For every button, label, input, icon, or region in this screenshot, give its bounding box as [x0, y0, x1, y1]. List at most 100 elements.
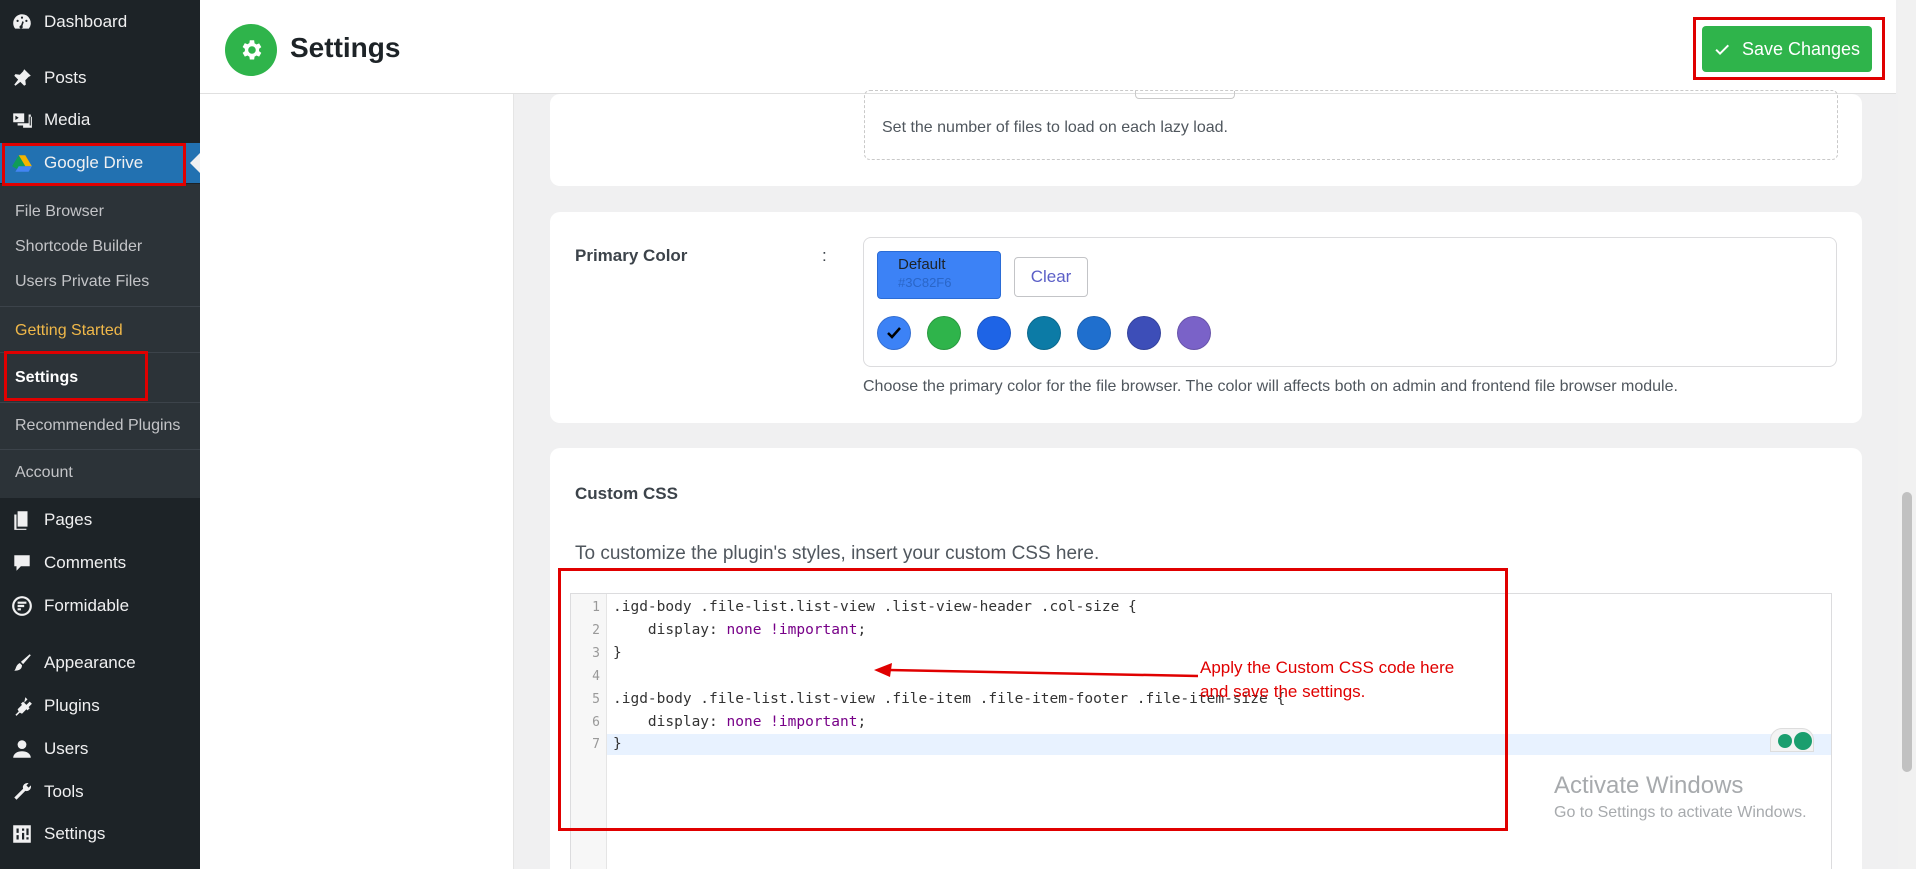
floating-assistant-icon[interactable] [1770, 728, 1814, 752]
annotation-line-2: and save the settings. [1200, 682, 1366, 701]
lazy-load-card: Set the number of files to load on each … [550, 90, 1862, 186]
brush-icon [10, 651, 34, 675]
color-swatch-5[interactable] [1077, 316, 1111, 350]
line-number: 3 [592, 646, 600, 661]
primary-color-card: Primary Color : Default #3C82F6 Clear Ch… [550, 212, 1862, 423]
color-swatch-1[interactable] [877, 316, 911, 350]
settings-nav-panel [200, 94, 514, 869]
line-number: 1 [592, 600, 600, 615]
wrench-icon [10, 780, 34, 804]
formidable-icon [10, 594, 34, 618]
annotation-arrow [874, 663, 1199, 678]
line-number: 6 [592, 715, 600, 730]
code-line: .igd-body .file-list.list-view .list-vie… [613, 599, 1137, 615]
scrollbar-thumb[interactable] [1902, 492, 1912, 772]
color-swatch-3[interactable] [977, 316, 1011, 350]
save-changes-button[interactable]: Save Changes [1702, 26, 1872, 72]
line-number: 5 [592, 692, 600, 707]
line-number: 4 [592, 669, 600, 684]
gear-icon [242, 40, 262, 60]
code-line: display: none !important; [613, 714, 867, 730]
css-code-editor[interactable]: 1 2 3 4 5 6 7 .igd-body .file-list.list-… [570, 593, 1832, 869]
sidebar-item-comments[interactable]: Comments [0, 543, 200, 583]
google-drive-submenu [0, 184, 200, 498]
user-icon [10, 737, 34, 761]
code-line: .igd-body .file-list.list-view .file-ite… [613, 691, 1286, 707]
sidebar-item-label: Formidable [44, 596, 130, 615]
color-picker-box: Default #3C82F6 Clear [863, 237, 1837, 367]
custom-css-help: To customize the plugin's styles, insert… [575, 543, 1100, 564]
page-scrollbar[interactable] [1898, 0, 1916, 869]
submenu-divider [0, 402, 200, 403]
checkmark-icon [887, 327, 901, 339]
submenu-recommended-plugins[interactable]: Recommended Plugins [15, 417, 180, 435]
submenu-divider [0, 449, 200, 450]
submenu-shortcode-builder[interactable]: Shortcode Builder [15, 238, 142, 256]
lazy-load-number-input[interactable] [1135, 91, 1235, 99]
sidebar-item-pages[interactable]: Pages [0, 500, 200, 540]
clear-color-button[interactable]: Clear [1014, 257, 1088, 297]
submenu-account[interactable]: Account [15, 464, 73, 482]
comment-icon [10, 551, 34, 575]
sidebar-item-users[interactable]: Users [0, 729, 200, 769]
primary-color-help: Choose the primary color for the file br… [863, 378, 1678, 395]
save-changes-label: Save Changes [1741, 38, 1861, 59]
sidebar-item-appearance[interactable]: Appearance [0, 643, 200, 683]
settings-logo [225, 24, 277, 76]
watermark-subtitle: Go to Settings to activate Windows. [1554, 804, 1807, 821]
annotation-line-1: Apply the Custom CSS code here [1200, 658, 1455, 677]
sidebar-item-label: Media [44, 110, 91, 129]
checkmark-icon [1715, 44, 1729, 55]
sidebar-item-dashboard[interactable]: Dashboard [0, 2, 200, 42]
sidebar-item-label: Appearance [44, 653, 136, 672]
lazy-load-box: Set the number of files to load on each … [864, 90, 1838, 160]
submenu-divider [0, 352, 200, 353]
color-default-label: Default [898, 256, 946, 273]
plugin-icon [10, 694, 34, 718]
field-separator: : [822, 246, 827, 265]
sidebar-item-google-drive[interactable]: Google Drive [0, 143, 200, 183]
windows-activation-watermark: Activate Windows Go to Settings to activ… [1554, 772, 1807, 822]
submenu-getting-started[interactable]: Getting Started [15, 322, 123, 340]
sidebar-item-label: Dashboard [44, 12, 128, 31]
line-number: 7 [592, 737, 600, 752]
code-line: } [613, 736, 622, 752]
watermark-title: Activate Windows [1554, 772, 1744, 799]
submenu-users-private-files[interactable]: Users Private Files [15, 273, 149, 291]
color-swatch-4[interactable] [1027, 316, 1061, 350]
sidebar-item-label: Settings [44, 824, 106, 843]
dashboard-icon [10, 10, 34, 34]
sidebar-item-label: Pages [44, 510, 93, 529]
sidebar-item-posts[interactable]: Posts [0, 58, 200, 98]
color-picker-toggle[interactable]: Default #3C82F6 [877, 251, 1001, 299]
sidebar-item-media[interactable]: Media [0, 100, 200, 140]
submenu-file-browser[interactable]: File Browser [15, 203, 104, 221]
primary-color-label: Primary Color [575, 246, 688, 265]
pin-icon [10, 66, 34, 90]
sidebar-item-label: Comments [44, 553, 127, 572]
annotation-note: Apply the Custom CSS code here and save … [1200, 656, 1500, 704]
color-swatch-6[interactable] [1127, 316, 1161, 350]
color-hex-value: #3C82F6 [898, 275, 952, 290]
admin-sidebar: Dashboard Posts Media Google Drive File … [0, 0, 200, 869]
sidebar-item-tools[interactable]: Tools [0, 772, 200, 812]
color-swatch-2[interactable] [927, 316, 961, 350]
sidebar-item-label: Posts [44, 68, 87, 87]
custom-css-title: Custom CSS [575, 484, 678, 503]
google-drive-icon [10, 151, 34, 175]
sidebar-item-formidable[interactable]: Formidable [0, 586, 200, 626]
sidebar-item-settings[interactable]: Settings [0, 814, 200, 854]
pages-icon [10, 508, 34, 532]
color-swatch-7[interactable] [1177, 316, 1211, 350]
submenu-settings[interactable]: Settings [15, 369, 78, 387]
sidebar-item-label: Users [44, 739, 89, 758]
lazy-load-help: Set the number of files to load on each … [882, 119, 1228, 136]
page-title: Settings [290, 32, 401, 63]
active-line-highlight [607, 734, 1831, 755]
sidebar-item-plugins[interactable]: Plugins [0, 686, 200, 726]
submenu-divider [0, 306, 200, 307]
code-line: } [613, 645, 622, 661]
code-line: display: none !important; [613, 622, 867, 638]
editor-gutter: 1 2 3 4 5 6 7 [571, 594, 607, 869]
line-number: 2 [592, 623, 600, 638]
